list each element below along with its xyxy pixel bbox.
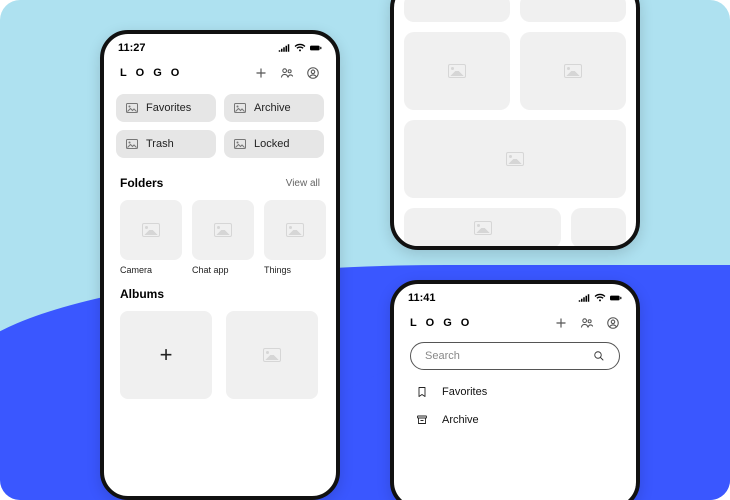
status-time: 11:41 — [408, 292, 436, 304]
status-indicators — [578, 292, 622, 304]
image-placeholder-icon — [474, 221, 492, 235]
bookmark-icon — [416, 386, 428, 398]
image-placeholder-icon — [506, 152, 524, 166]
device-frame-search: 11:41 L O G O Search Favorites — [390, 280, 640, 500]
device-frame-grid — [390, 0, 640, 250]
search-input[interactable]: Search — [410, 342, 620, 370]
album-card[interactable] — [226, 311, 318, 399]
gallery-item[interactable] — [404, 208, 561, 248]
album-add[interactable]: + — [120, 311, 212, 399]
tile-label: Favorites — [146, 102, 191, 114]
image-icon — [234, 102, 246, 114]
quick-tiles: Favorites Archive Trash Locked — [104, 86, 336, 166]
profile-icon[interactable] — [606, 316, 620, 330]
tile-locked[interactable]: Locked — [224, 130, 324, 158]
albums-section: Albums — [104, 277, 336, 303]
image-placeholder-icon — [448, 64, 466, 78]
status-time: 11:27 — [118, 42, 146, 54]
folder-card[interactable]: Chat app — [192, 200, 254, 275]
gallery-item[interactable] — [520, 0, 626, 22]
profile-icon[interactable] — [306, 66, 320, 80]
folders-list[interactable]: Camera Chat app Things — [104, 192, 336, 277]
plus-icon[interactable] — [254, 66, 268, 80]
folder-card[interactable]: Things — [264, 200, 326, 275]
wifi-icon — [294, 42, 306, 54]
wifi-icon — [594, 292, 606, 304]
view-all-link[interactable]: View all — [286, 178, 320, 189]
battery-icon — [610, 292, 622, 304]
albums-heading: Albums — [120, 287, 164, 301]
tile-label: Trash — [146, 138, 174, 150]
app-logo: L O G O — [120, 67, 182, 79]
app-logo: L O G O — [410, 317, 472, 329]
mockup-stage: 11:27 L O G O Favorites Archive — [0, 0, 730, 500]
search-icon — [593, 350, 605, 362]
tile-label: Locked — [254, 138, 289, 150]
image-placeholder-icon — [286, 223, 304, 237]
image-icon — [234, 138, 246, 150]
folder-thumbnail — [120, 200, 182, 260]
list-item-label: Favorites — [442, 386, 487, 398]
list-item-archive[interactable]: Archive — [414, 406, 616, 434]
image-icon — [126, 102, 138, 114]
gallery-item[interactable] — [404, 0, 510, 22]
tile-archive[interactable]: Archive — [224, 94, 324, 122]
search-placeholder: Search — [425, 350, 460, 362]
signal-icon — [278, 42, 290, 54]
tile-label: Archive — [254, 102, 291, 114]
tile-trash[interactable]: Trash — [116, 130, 216, 158]
device-frame-main: 11:27 L O G O Favorites Archive — [100, 30, 340, 500]
gallery-item[interactable] — [404, 32, 510, 110]
image-placeholder-icon — [263, 348, 281, 362]
collections-list: Favorites Archive — [394, 378, 636, 434]
list-item-label: Archive — [442, 414, 479, 426]
tile-favorites[interactable]: Favorites — [116, 94, 216, 122]
folder-thumbnail — [192, 200, 254, 260]
archive-icon — [416, 414, 428, 426]
people-icon[interactable] — [280, 66, 294, 80]
people-icon[interactable] — [580, 316, 594, 330]
folder-thumbnail — [264, 200, 326, 260]
gallery-grid[interactable] — [394, 0, 636, 246]
album-thumbnail — [226, 311, 318, 399]
gallery-item[interactable] — [571, 208, 626, 248]
folder-card[interactable]: Camera — [120, 200, 182, 275]
status-bar: 11:41 — [394, 284, 636, 306]
gallery-item[interactable] — [404, 120, 626, 198]
plus-icon: + — [160, 342, 173, 368]
folder-label: Camera — [120, 260, 182, 275]
folder-label: Chat app — [192, 260, 254, 275]
folders-section: Folders View all — [104, 166, 336, 192]
albums-list[interactable]: + — [104, 303, 336, 407]
image-icon — [126, 138, 138, 150]
app-header: L O G O — [394, 306, 636, 336]
plus-icon[interactable] — [554, 316, 568, 330]
signal-icon — [578, 292, 590, 304]
image-placeholder-icon — [142, 223, 160, 237]
status-indicators — [278, 42, 322, 54]
image-placeholder-icon — [214, 223, 232, 237]
folders-heading: Folders — [120, 176, 163, 190]
list-item-favorites[interactable]: Favorites — [414, 378, 616, 406]
gallery-item[interactable] — [520, 32, 626, 110]
status-bar: 11:27 — [104, 34, 336, 56]
app-header: L O G O — [104, 56, 336, 86]
image-placeholder-icon — [564, 64, 582, 78]
battery-icon — [310, 42, 322, 54]
folder-label: Things — [264, 260, 326, 275]
